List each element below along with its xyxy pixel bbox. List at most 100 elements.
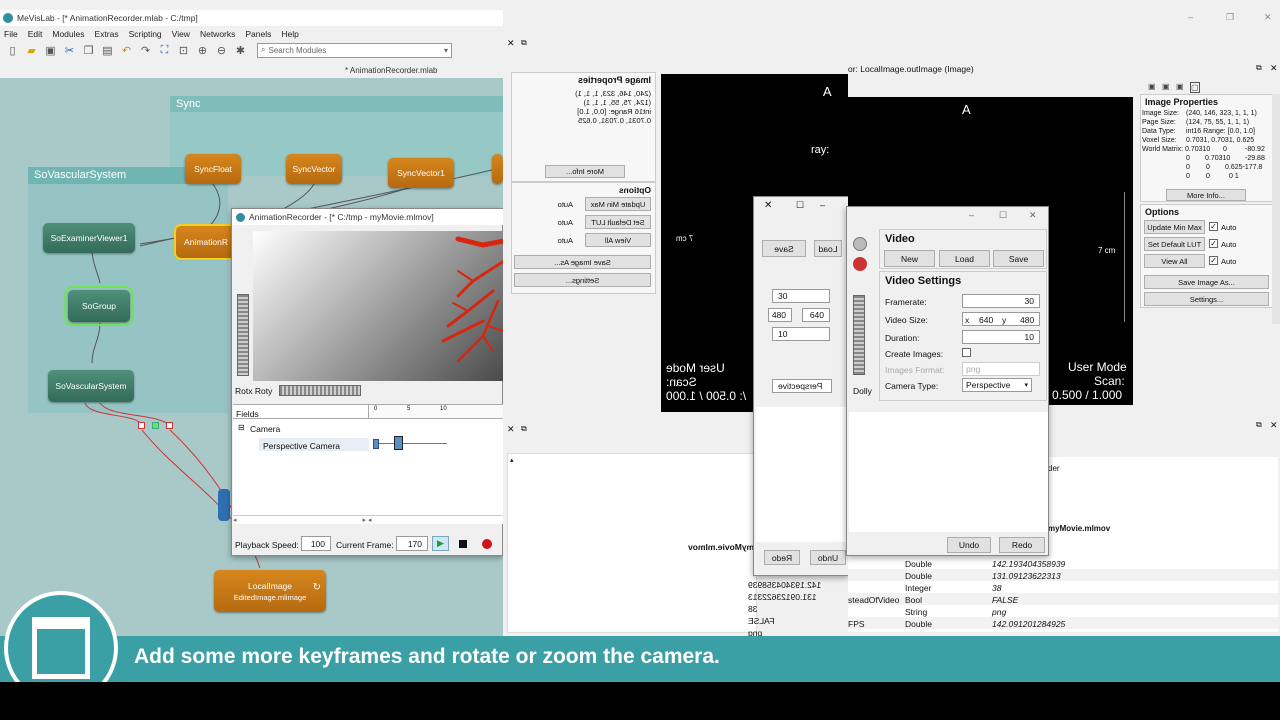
mirror-auto-2[interactable]: Auto [558, 218, 573, 227]
menu-extras[interactable]: Extras [95, 29, 119, 39]
localimage-node[interactable]: LocalImage EditedImage.mlimage ↻ [214, 570, 326, 612]
redo-icon[interactable]: ↷ [137, 42, 154, 59]
mirror-undo-button[interactable]: Undo [810, 550, 846, 565]
mirror-more-info[interactable]: More Info... [545, 165, 625, 178]
menu-help[interactable]: Help [281, 29, 298, 39]
v-scrollbar[interactable] [1272, 94, 1280, 324]
playback-speed-field[interactable]: 100 [301, 536, 331, 551]
mirror-save-button[interactable]: Save [762, 240, 806, 257]
mirror-close-icon[interactable]: ✕ [507, 38, 515, 49]
new-button[interactable]: New [884, 250, 935, 267]
record-button[interactable] [478, 536, 495, 551]
play-button[interactable]: ▶ [432, 536, 449, 551]
menu-networks[interactable]: Networks [200, 29, 235, 39]
zoom-out-icon[interactable]: ⊖ [213, 42, 230, 59]
dialog-close-icon[interactable]: ✕ [1029, 210, 1037, 221]
menu-modules[interactable]: Modules [52, 29, 84, 39]
undo-button[interactable]: Undo [947, 537, 991, 553]
syncvector-node[interactable]: SyncVector [286, 154, 342, 184]
set-default-lut-button[interactable]: Set Default LUT [1144, 237, 1205, 251]
mirror-dialog-minimize-icon[interactable]: – [820, 200, 825, 210]
mirror-float-icon-2[interactable]: ⧉ [521, 424, 527, 434]
menu-file[interactable]: File [4, 29, 18, 39]
animationrecorder-node[interactable]: AnimationR [174, 224, 238, 260]
minimize-icon[interactable]: – [1188, 12, 1193, 22]
camera-type-select[interactable]: Perspective ▾ [962, 378, 1032, 392]
rotate-tool-icon[interactable] [853, 237, 867, 251]
height-field[interactable]: 480 [1020, 315, 1034, 325]
images-format-field[interactable]: png [962, 362, 1040, 376]
more-info-button[interactable]: More Info... [1166, 189, 1246, 201]
soexaminerviewer-node[interactable]: SoExaminerViewer1 [43, 223, 135, 253]
mirror-camera-type[interactable]: Perspective [772, 379, 832, 393]
reload-icon[interactable]: ↻ [313, 582, 321, 593]
save-icon[interactable]: ▣ [42, 42, 59, 59]
cut-icon[interactable]: ✂ [61, 42, 78, 59]
update-min-max-auto-checkbox[interactable]: ✓ [1209, 222, 1218, 231]
default-lut-auto-checkbox[interactable]: ✓ [1209, 239, 1218, 248]
mirror-dialog-close-icon[interactable]: ✕ [764, 200, 772, 211]
mirror-float-icon[interactable]: ⧉ [521, 38, 527, 48]
mirror-auto-1[interactable]: Auto [558, 200, 573, 209]
save-image-as-button[interactable]: Save Image As... [1144, 275, 1269, 289]
save-button[interactable]: Save [993, 250, 1044, 267]
width-field[interactable]: 640 [979, 315, 993, 325]
tree-camera[interactable]: Camera [250, 424, 280, 434]
table-row-0[interactable]: Double 142.193404358939 [848, 557, 1278, 569]
viewer-float-icon[interactable]: ⧉ [1256, 63, 1262, 73]
stop-button[interactable] [454, 536, 471, 551]
lower-float-icon[interactable]: ⧉ [1256, 420, 1262, 430]
tree-perspective-camera[interactable]: Perspective Camera [263, 441, 340, 451]
copy-icon[interactable]: ❐ [80, 42, 97, 59]
3d-viewer[interactable] [253, 231, 504, 381]
sogroup-node[interactable]: SoGroup [64, 286, 134, 326]
module-search-box[interactable]: ⌕ Search Modules ▾ [257, 42, 452, 58]
dialog-maximize-icon[interactable]: ☐ [999, 210, 1007, 221]
mirror-load-button[interactable]: Load [814, 240, 842, 257]
update-min-max-button[interactable]: Update Min Max [1144, 220, 1205, 234]
dolly-thumbwheel[interactable] [237, 294, 249, 376]
mirror-width[interactable]: 640 [802, 308, 830, 322]
viewer-close-icon[interactable]: ✕ [1270, 63, 1278, 74]
mirror-dialog-maximize-icon[interactable]: ☐ [796, 200, 804, 211]
new-file-icon[interactable]: ▯ [4, 42, 21, 59]
h-scrollbar-left[interactable]: ◂ ▸ [233, 515, 368, 524]
fit-selection-icon[interactable]: ⊡ [175, 42, 192, 59]
vessel-tool-icon[interactable] [853, 257, 867, 271]
mirror-height[interactable]: 480 [768, 308, 792, 322]
dolly-thumbwheel-2[interactable] [853, 295, 865, 375]
syncvector1-node[interactable]: SyncVector1 [388, 158, 454, 188]
keyframe-1[interactable] [373, 439, 379, 449]
mirror-framerate[interactable]: 30 [772, 289, 830, 303]
syncfloat-node[interactable]: SyncFloat [185, 154, 241, 184]
lower-close-icon[interactable]: ✕ [1270, 420, 1278, 431]
panel-tool-icon-4[interactable]: ▢ [1190, 82, 1200, 93]
menu-view[interactable]: View [172, 29, 190, 39]
hidden-node-edge[interactable] [218, 489, 230, 521]
mirror-scroll-up-icon[interactable]: ▴ [510, 456, 514, 464]
panel-tool-icon-3[interactable]: ▣ [1176, 82, 1184, 91]
framerate-field[interactable]: 30 [962, 294, 1040, 308]
create-images-checkbox[interactable] [962, 348, 971, 357]
table-row-2[interactable]: Integer 38 [848, 581, 1278, 593]
view-all-auto-checkbox[interactable]: ✓ [1209, 256, 1218, 265]
h-scrollbar-right[interactable]: ◂ [368, 515, 503, 524]
sync-node-partial[interactable] [492, 154, 503, 184]
table-row-5[interactable]: FPS Double 142.091201284925 [848, 617, 1278, 629]
load-button[interactable]: Load [939, 250, 990, 267]
mirror-set-default-lut[interactable]: Set Default LUT [585, 215, 651, 229]
duration-field[interactable]: 10 [962, 330, 1040, 344]
table-row-3[interactable]: steadOfVideo Bool FALSE [848, 593, 1278, 605]
mirror-close-icon-2[interactable]: ✕ [507, 424, 515, 435]
zoom-in-icon[interactable]: ⊕ [194, 42, 211, 59]
keyframe-track[interactable] [373, 443, 447, 444]
tree-collapse-icon[interactable]: ⊟ [238, 423, 245, 432]
undo-icon[interactable]: ↶ [118, 42, 135, 59]
fit-view-icon[interactable]: ⛶ [156, 42, 173, 59]
mirror-settings[interactable]: Settings... [514, 273, 651, 287]
menu-edit[interactable]: Edit [28, 29, 43, 39]
open-folder-icon[interactable]: ▰ [23, 42, 40, 59]
paste-icon[interactable]: ▤ [99, 42, 116, 59]
table-row-4[interactable]: String png [848, 605, 1278, 617]
debug-bug-icon[interactable]: ✱ [232, 42, 249, 59]
